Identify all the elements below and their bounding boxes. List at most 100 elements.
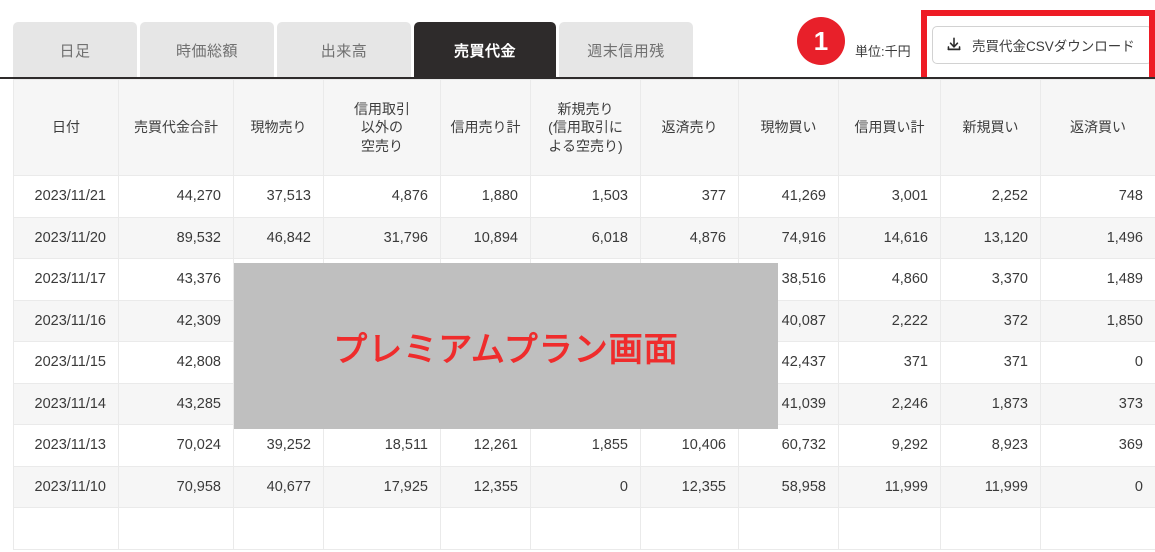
cell-value: 14,616: [838, 216, 941, 259]
cell-value: [118, 507, 234, 550]
download-icon: [945, 36, 963, 54]
cell-value: 0: [530, 465, 641, 508]
cell-value: [838, 507, 941, 550]
cell-value: 4,876: [640, 216, 739, 259]
cell-date: 2023/11/21: [13, 175, 119, 218]
cell-date: 2023/11/20: [13, 216, 119, 259]
cell-date: 2023/11/14: [13, 382, 119, 425]
tab-nichiashi[interactable]: 日足: [13, 22, 137, 78]
cell-date: 2023/11/10: [13, 465, 119, 508]
cell-value: [323, 507, 441, 550]
cell-value: [1040, 507, 1155, 550]
cell-value: 1,489: [1040, 258, 1155, 301]
cell-value: 17,925: [323, 465, 441, 508]
cell-value: 42,808: [118, 341, 234, 384]
column-header-margin-sell-total: 信用売り計: [440, 79, 531, 176]
cell-value: 377: [640, 175, 739, 218]
cell-value: 60,732: [738, 424, 839, 467]
cell-value: 371: [940, 341, 1041, 384]
cell-value: 37,513: [233, 175, 324, 218]
cell-value: 3,370: [940, 258, 1041, 301]
table-row: 2023/11/20 89,532 46,842 31,796 10,894 6,018 4…: [13, 216, 1155, 259]
cell-value: 0: [1040, 341, 1155, 384]
tab-trading-value[interactable]: 売買代金: [414, 22, 556, 78]
cell-value: [738, 507, 839, 550]
cell-value: 12,355: [640, 465, 739, 508]
cell-value: 1,873: [940, 382, 1041, 425]
cell-value: 373: [1040, 382, 1155, 425]
cell-value: 12,261: [440, 424, 531, 467]
tab-label: 時価総額: [175, 42, 238, 60]
column-header-repay-buy: 返済買い: [1040, 79, 1155, 176]
table-row: 2023/11/10 70,958 40,677 17,925 12,355 0 12,35…: [13, 465, 1155, 508]
csv-download-button[interactable]: 売買代金CSVダウンロード: [932, 26, 1152, 64]
column-header-total-value: 売買代金合計: [118, 79, 234, 176]
cell-value: 10,406: [640, 424, 739, 467]
cell-value: 44,270: [118, 175, 234, 218]
cell-value: [640, 507, 739, 550]
cell-value: 371: [838, 341, 941, 384]
cell-value: 4,860: [838, 258, 941, 301]
tab-market-cap[interactable]: 時価総額: [140, 22, 274, 78]
toolbar: 日足 時価総額 出来高 売買代金 週末信用残 1 単位:千円 売買代金CSVダウ…: [0, 0, 1155, 86]
cell-value: 39,252: [233, 424, 324, 467]
cell-value: 1,855: [530, 424, 641, 467]
column-header-date: 日付: [13, 79, 119, 176]
cell-value: 6,018: [530, 216, 641, 259]
cell-value: 2,246: [838, 382, 941, 425]
tab-bar: 日足 時価総額 出来高 売買代金 週末信用残: [13, 22, 693, 78]
page-root: 日足 時価総額 出来高 売買代金 週末信用残 1 単位:千円 売買代金CSVダウ…: [0, 0, 1155, 552]
cell-value: 2,252: [940, 175, 1041, 218]
cell-value: 31,796: [323, 216, 441, 259]
table-header: 日付 売買代金合計 現物売り 信用取引 以外の 空売り 信用売り計 新規売り (信用取…: [13, 79, 1155, 176]
cell-value: 0: [1040, 465, 1155, 508]
cell-value: [233, 507, 324, 550]
badge-number: 1: [813, 26, 829, 56]
premium-plan-overlay: プレミアムプラン画面: [234, 263, 778, 429]
cell-value: 43,285: [118, 382, 234, 425]
column-header-new-short: 新規売り (信用取引に よる空売り): [530, 79, 641, 176]
cell-value: 89,532: [118, 216, 234, 259]
cell-value: 4,876: [323, 175, 441, 218]
cell-value: 42,309: [118, 299, 234, 342]
column-header-cash-buy: 現物買い: [738, 79, 839, 176]
tab-weekly-margin[interactable]: 週末信用残: [559, 22, 693, 78]
annotation-badge-1: 1: [797, 17, 845, 65]
table-row: 2023/11/13 70,024 39,252 18,511 12,261 1,855 1…: [13, 424, 1155, 467]
cell-value: 1,850: [1040, 299, 1155, 342]
cell-value: 2,222: [838, 299, 941, 342]
cell-value: [940, 507, 1041, 550]
cell-value: 1,880: [440, 175, 531, 218]
table-row: [13, 507, 1155, 550]
cell-value: [530, 507, 641, 550]
cell-date: [13, 507, 119, 550]
tab-label: 日足: [59, 42, 91, 60]
cell-value: 43,376: [118, 258, 234, 301]
cell-value: 3,001: [838, 175, 941, 218]
cell-value: 12,355: [440, 465, 531, 508]
cell-value: 369: [1040, 424, 1155, 467]
cell-value: 40,677: [233, 465, 324, 508]
cell-value: 9,292: [838, 424, 941, 467]
cell-value: 8,923: [940, 424, 1041, 467]
cell-value: 18,511: [323, 424, 441, 467]
csv-download-label: 売買代金CSVダウンロード: [972, 39, 1135, 54]
column-header-cash-sell: 現物売り: [233, 79, 324, 176]
unit-label: 単位:千円: [855, 44, 911, 59]
cell-value: [440, 507, 531, 550]
cell-date: 2023/11/13: [13, 424, 119, 467]
cell-value: 372: [940, 299, 1041, 342]
cell-value: 13,120: [940, 216, 1041, 259]
cell-value: 1,503: [530, 175, 641, 218]
tab-volume[interactable]: 出来高: [277, 22, 411, 78]
cell-value: 11,999: [940, 465, 1041, 508]
cell-value: 46,842: [233, 216, 324, 259]
cell-date: 2023/11/16: [13, 299, 119, 342]
cell-value: 58,958: [738, 465, 839, 508]
cell-value: 1,496: [1040, 216, 1155, 259]
cell-value: 70,024: [118, 424, 234, 467]
premium-plan-label: プレミアムプラン画面: [333, 330, 679, 369]
tab-label: 出来高: [320, 42, 368, 60]
cell-date: 2023/11/17: [13, 258, 119, 301]
column-header-new-buy: 新規買い: [940, 79, 1041, 176]
